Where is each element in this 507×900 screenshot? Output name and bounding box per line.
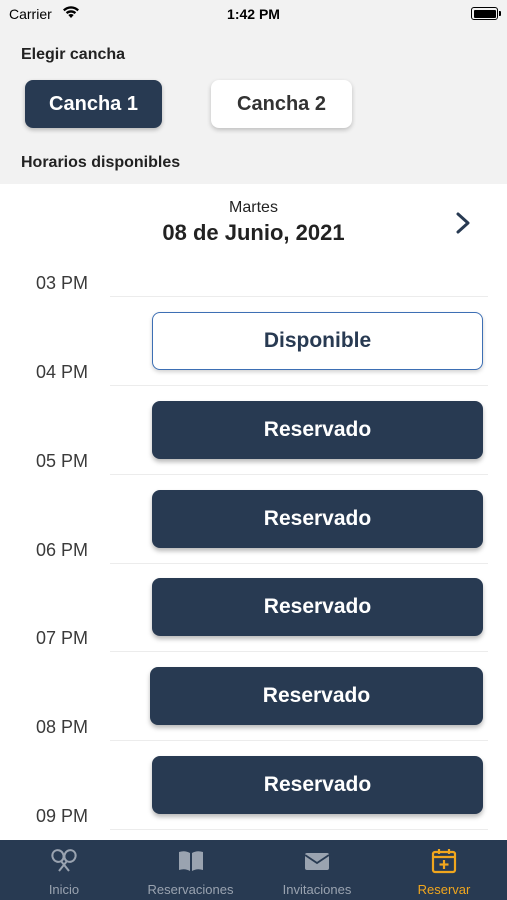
slot-booked-button[interactable]: Reservado <box>152 401 483 459</box>
time-label-3pm: 03 PM <box>36 273 89 293</box>
clock-time: 1:42 PM <box>227 6 280 22</box>
time-label-9pm: 09 PM <box>36 806 89 826</box>
tab-reservaciones-label: Reservaciones <box>147 882 234 897</box>
slot-available-button[interactable]: Disponible <box>152 312 483 370</box>
time-label-5pm: 05 PM <box>36 451 89 471</box>
hour-divider <box>110 829 488 830</box>
time-label-4pm: 04 PM <box>36 362 89 382</box>
slot-booked-button[interactable]: Reservado <box>152 490 483 548</box>
envelope-icon <box>304 853 330 870</box>
book-icon <box>178 851 203 871</box>
tab-invitaciones[interactable]: Invitaciones <box>253 840 381 900</box>
available-hours-label: Horarios disponibles <box>21 154 181 171</box>
calendar-add-icon <box>431 849 457 874</box>
hour-divider <box>110 563 488 564</box>
racket-icon <box>51 849 77 872</box>
hour-divider <box>110 385 488 386</box>
tab-reservar[interactable]: Reservar <box>381 840 507 900</box>
status-bar: Carrier 1:42 PM <box>0 0 507 30</box>
tab-bar: Inicio Reservaciones Invitaciones Reserv… <box>0 840 507 900</box>
weekday-label: Martes <box>229 199 278 216</box>
court-2-button[interactable]: Cancha 2 <box>211 80 352 128</box>
time-label-6pm: 06 PM <box>36 540 89 560</box>
court-selection-panel: Elegir cancha Cancha 1 Cancha 2 Horarios… <box>0 30 507 184</box>
slot-booked-button[interactable]: Reservado <box>150 667 483 725</box>
court-1-button[interactable]: Cancha 1 <box>25 80 162 128</box>
court-selection-label: Elegir cancha <box>21 46 126 63</box>
hour-divider <box>110 296 488 297</box>
slot-booked-button[interactable]: Reservado <box>152 756 483 814</box>
date-label: 08 de Junio, 2021 <box>162 220 345 245</box>
tab-reservar-label: Reservar <box>417 882 471 897</box>
hour-divider <box>110 474 488 475</box>
slot-booked-button[interactable]: Reservado <box>152 578 483 636</box>
hour-divider <box>110 740 488 741</box>
tab-reservaciones[interactable]: Reservaciones <box>128 840 253 900</box>
next-day-arrow-icon[interactable] <box>452 210 474 236</box>
date-header: Martes 08 de Junio, 2021 <box>0 199 507 246</box>
battery-icon <box>471 7 501 20</box>
time-label-7pm: 07 PM <box>36 628 89 648</box>
tab-inicio[interactable]: Inicio <box>0 840 128 900</box>
time-label-8pm: 08 PM <box>36 717 89 737</box>
tab-invitaciones-label: Invitaciones <box>282 882 352 897</box>
tab-inicio-label: Inicio <box>48 882 80 897</box>
hour-divider <box>110 651 488 652</box>
app-screen: Carrier 1:42 PM Elegir cancha Cancha 1 C… <box>0 0 507 900</box>
